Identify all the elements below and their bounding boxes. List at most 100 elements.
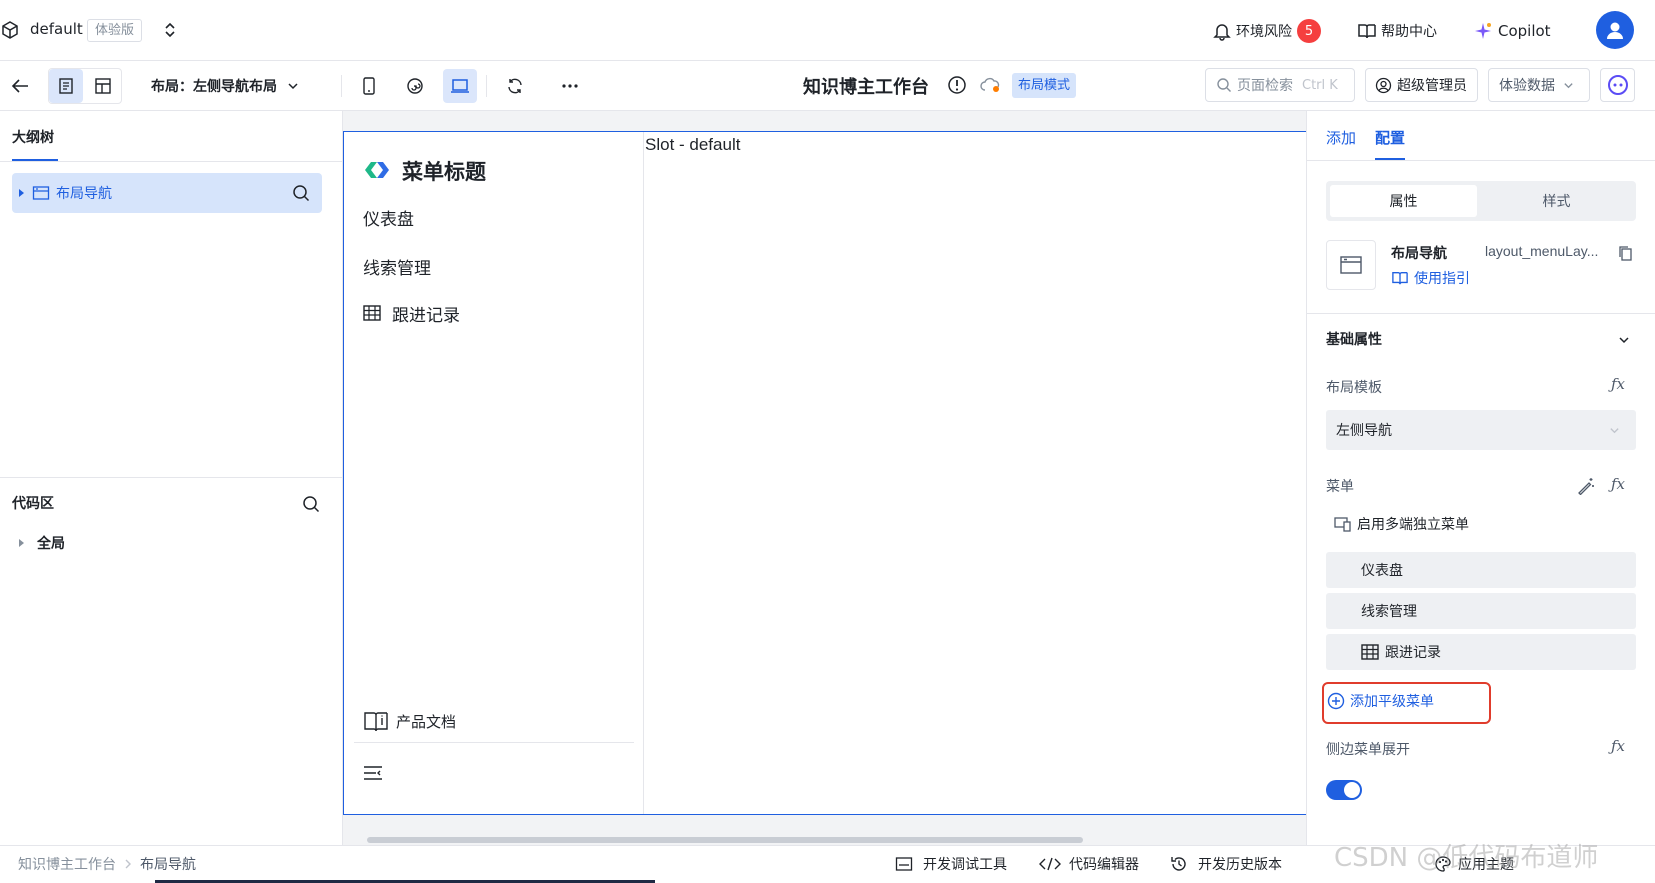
layout-icon	[94, 77, 112, 95]
breadcrumb-item-current[interactable]: 布局导航	[140, 854, 196, 874]
book-icon	[1357, 21, 1377, 41]
back-arrow-icon[interactable]	[10, 77, 30, 95]
segment-styles-label: 样式	[1542, 194, 1571, 210]
cloud-sync-icon	[979, 76, 1001, 94]
chevron-down-icon	[1563, 80, 1574, 91]
canvas-menu-item-leads[interactable]: 线索管理	[363, 254, 431, 279]
code-tree-item-label: 全局	[37, 536, 65, 552]
basic-props-title: 基础属性	[1326, 332, 1382, 348]
history-button[interactable]: 开发历史版本	[1170, 853, 1282, 875]
search-placeholder: 页面检索	[1237, 78, 1293, 94]
usage-guide-label: 使用指引	[1414, 271, 1470, 287]
multi-terminal-menu-label: 启用多端独立菜单	[1357, 517, 1469, 533]
data-env-select[interactable]: 体验数据	[1488, 68, 1590, 102]
info-icon[interactable]	[947, 75, 967, 95]
chevron-down-icon[interactable]	[1618, 334, 1630, 346]
miniapp-preview-button[interactable]	[398, 69, 432, 103]
outline-tree-item[interactable]: 布局导航	[12, 173, 322, 213]
usage-guide-link[interactable]: 使用指引	[1391, 268, 1470, 288]
devices-icon	[1334, 516, 1352, 532]
outline-tree-item-label: 布局导航	[56, 186, 112, 202]
bell-icon	[1212, 21, 1232, 41]
refresh-button[interactable]	[498, 69, 532, 103]
component-name: 布局导航	[1391, 246, 1447, 262]
copilot-button[interactable]: Copilot	[1473, 17, 1551, 45]
history-icon	[1170, 855, 1188, 873]
code-editor-label: 代码编辑器	[1069, 857, 1139, 873]
dev-tools-button[interactable]: 开发调试工具	[895, 853, 1007, 875]
page-view-button[interactable]	[49, 69, 83, 103]
layout-select[interactable]: 布局：左侧导航布局	[151, 75, 299, 97]
toolbar-divider	[486, 75, 487, 97]
laptop-icon	[450, 78, 470, 94]
env-risk-label: 环境风险	[1236, 24, 1292, 40]
env-risk-button[interactable]: 环境风险 5	[1212, 17, 1321, 45]
ai-assistant-icon	[1607, 74, 1629, 96]
toggle-knob	[1344, 782, 1360, 798]
open-book-icon	[363, 709, 389, 733]
layout-view-button[interactable]	[86, 69, 120, 103]
ai-assistant-button[interactable]	[1600, 68, 1635, 102]
layout-template-select[interactable]: 左侧导航	[1326, 410, 1636, 450]
outline-tab[interactable]: 大纲树	[12, 127, 54, 147]
menu-logo-icon	[363, 158, 391, 182]
mobile-preview-button[interactable]	[352, 69, 386, 103]
search-icon	[1216, 77, 1232, 93]
code-tree-item[interactable]: 全局	[18, 532, 65, 554]
help-center-label: 帮助中心	[1381, 24, 1437, 40]
admin-role-button[interactable]: 超级管理员	[1365, 68, 1478, 102]
menu-footer-divider	[354, 742, 634, 743]
breadcrumb: 知识博主工作台 布局导航	[18, 853, 196, 875]
multi-terminal-menu-option[interactable]: 启用多端独立菜单	[1334, 513, 1469, 535]
switch-app-icon[interactable]	[163, 21, 177, 39]
help-center-button[interactable]: 帮助中心	[1357, 17, 1437, 45]
config-menu-item-followup[interactable]: 跟进记录	[1326, 634, 1636, 670]
more-button[interactable]	[553, 69, 587, 103]
caret-right-icon[interactable]	[18, 538, 26, 548]
canvas-menu-item-dashboard[interactable]: 仪表盘	[363, 205, 414, 230]
product-docs-label: 产品文档	[396, 712, 457, 731]
caret-right-icon[interactable]	[18, 188, 26, 198]
product-docs-link[interactable]: 产品文档	[363, 708, 456, 734]
search-icon[interactable]	[292, 184, 310, 202]
code-icon	[1039, 856, 1061, 872]
tab-config[interactable]: 配置	[1375, 127, 1405, 148]
page-frame[interactable]: 菜单标题 仪表盘 线索管理 跟进记录 产品文档 Slot - default	[343, 131, 1306, 815]
horizontal-scrollbar[interactable]	[367, 837, 1083, 843]
desktop-preview-button[interactable]	[443, 69, 477, 103]
config-menu-item-leads[interactable]: 线索管理	[1326, 593, 1636, 629]
design-canvas: 菜单标题 仪表盘 线索管理 跟进记录 产品文档 Slot - default	[343, 111, 1306, 845]
page-title: 知识博主工作台	[803, 77, 929, 98]
fx-icon[interactable]: ƒx	[1611, 737, 1625, 755]
code-editor-button[interactable]: 代码编辑器	[1039, 853, 1139, 875]
breadcrumb-item-app[interactable]: 知识博主工作台	[18, 854, 116, 874]
canvas-menu-item-followup[interactable]: 跟进记录	[363, 302, 460, 326]
collapse-menu-icon[interactable]	[363, 764, 383, 782]
app-name[interactable]: default	[30, 20, 83, 38]
copy-icon[interactable]	[1617, 245, 1633, 262]
user-avatar[interactable]	[1596, 11, 1634, 49]
segment-properties[interactable]: 属性	[1330, 185, 1477, 217]
config-menu-item-dashboard[interactable]: 仪表盘	[1326, 552, 1636, 588]
segment-styles[interactable]: 样式	[1481, 185, 1632, 217]
config-menu-item-label: 仪表盘	[1361, 563, 1403, 579]
panel-divider	[1306, 313, 1655, 314]
side-menu[interactable]: 菜单标题 仪表盘 线索管理 跟进记录 产品文档	[344, 132, 644, 814]
table-icon	[363, 305, 381, 321]
toolbar-divider	[341, 75, 342, 97]
tab-add[interactable]: 添加	[1326, 127, 1356, 148]
layout-template-value: 左侧导航	[1336, 423, 1392, 439]
fx-icon[interactable]: ƒx	[1611, 475, 1625, 493]
chevron-down-icon	[287, 80, 299, 92]
layout-select-label: 布局：左侧导航布局	[151, 79, 277, 95]
chevron-down-icon	[1609, 425, 1620, 436]
magic-wand-icon[interactable]	[1577, 477, 1595, 495]
page-search-input[interactable]: 页面检索 Ctrl K	[1205, 68, 1355, 102]
refresh-icon	[506, 77, 524, 95]
book-icon	[1391, 270, 1409, 286]
user-circle-icon	[1375, 77, 1392, 94]
search-icon[interactable]	[302, 495, 320, 513]
add-sibling-menu-button[interactable]: 添加平级菜单	[1327, 690, 1434, 712]
fx-icon[interactable]: ƒx	[1611, 375, 1625, 393]
side-menu-expand-toggle[interactable]	[1326, 780, 1362, 800]
